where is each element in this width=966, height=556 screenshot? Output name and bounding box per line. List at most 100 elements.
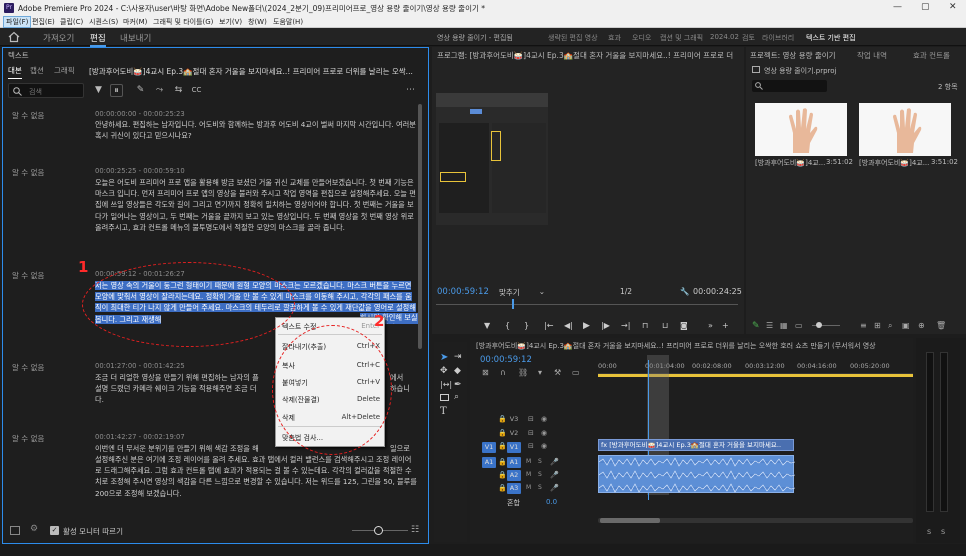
speaker-label[interactable]: 알 수 없음 <box>12 433 44 444</box>
source-v1-target[interactable]: V1 <box>482 442 496 453</box>
linked-icon[interactable]: ⛓ <box>518 368 528 377</box>
go-to-out-icon[interactable]: →| <box>621 321 630 330</box>
add-button-icon[interactable]: + <box>722 321 729 330</box>
track-v3-label[interactable]: V3 <box>507 414 521 425</box>
ws-tab-review[interactable]: 검토 <box>742 33 755 43</box>
program-scrubber[interactable] <box>436 304 738 305</box>
go-to-in-icon[interactable]: |← <box>544 321 553 330</box>
segment-text[interactable]: 이번엔 더 무서운 분위기를 만들기 위해 색감 조정을 해 <box>95 443 275 454</box>
menu-sequence[interactable]: 시퀀스(S) <box>89 17 118 27</box>
track-select-icon[interactable]: ⇥ <box>454 352 462 362</box>
ws-tab-library[interactable]: 라이브러리 <box>762 33 794 43</box>
ws-tab-text-edit[interactable]: 텍스트 기반 편집 <box>806 33 856 43</box>
eye-icon[interactable]: ◉ <box>541 415 547 423</box>
resolution-dropdown[interactable]: 1/2 <box>620 287 632 296</box>
slip-icon[interactable]: |↔| <box>440 380 452 389</box>
sync-lock-icon[interactable]: ⊟ <box>528 429 534 437</box>
fit-dropdown[interactable]: 맞추기 ⌄ <box>499 287 545 298</box>
solo-icon[interactable]: S <box>538 471 542 478</box>
track-v1-label[interactable]: V1 <box>507 442 521 453</box>
lock-icon[interactable]: 🔒 <box>498 458 507 466</box>
segment-text[interactable]: 에서 <box>390 372 420 383</box>
selection-tool-icon[interactable]: ➤ <box>440 352 448 363</box>
menu-edit[interactable]: 편집(E) <box>32 17 55 27</box>
lock-icon[interactable]: 🔒 <box>498 471 507 479</box>
step-back-icon[interactable]: ◀| <box>564 321 573 330</box>
track-a1-label[interactable]: A1 <box>507 457 521 468</box>
menu-view[interactable]: 보기(V) <box>219 17 242 27</box>
pause-icon[interactable]: ⏸ <box>110 84 123 97</box>
speaker-label[interactable]: 알 수 없음 <box>12 110 44 121</box>
tab-edit[interactable]: 편집 <box>90 32 106 47</box>
trash-icon[interactable]: 🗑 <box>936 321 946 330</box>
home-icon[interactable] <box>8 31 20 43</box>
step-forward-icon[interactable]: |▶ <box>601 321 610 330</box>
segment-text[interactable]: 설정해주신 분은 여기에 조정 레이어를 올려 주세요. 효과 탭에서 컬러 밸… <box>95 454 417 499</box>
nest-icon[interactable]: ⊠ <box>482 368 489 377</box>
mute-icon[interactable]: M <box>526 471 531 478</box>
project-panel-title[interactable]: 프로젝트: 영상 용량 줄이기 <box>750 50 836 61</box>
eye-icon[interactable]: ◉ <box>541 429 547 437</box>
new-item-icon[interactable]: ⊕ <box>918 321 925 330</box>
segment-text[interactable]: 조금 더 리얼한 영상을 만들기 위해 편집하는 남자의 플 <box>95 372 275 383</box>
sort-icon[interactable]: ≡ <box>860 321 867 330</box>
automate-icon[interactable]: ⊞ <box>874 321 881 330</box>
track-a2-label[interactable]: A2 <box>507 470 521 481</box>
audio-clip[interactable] <box>598 455 796 493</box>
timeline-timecode[interactable]: 00:00:59:12 <box>480 355 532 365</box>
add-marker-icon[interactable]: ▼ <box>484 321 490 330</box>
tab-captions[interactable]: 캡션 <box>30 65 44 76</box>
menu-file[interactable]: 파일(F) <box>3 16 32 28</box>
work-area-bar[interactable] <box>598 374 913 377</box>
tab-export[interactable]: 내보내기 <box>120 32 151 44</box>
maximize-icon[interactable]: ▢ <box>921 2 930 12</box>
tab-graphics[interactable]: 그래픽 <box>54 65 75 76</box>
mute-icon[interactable]: M <box>526 484 531 491</box>
pencil-icon[interactable]: ✎ <box>134 84 147 97</box>
zoom-slider-handle[interactable] <box>374 526 383 535</box>
ripple-icon[interactable]: ⤳ <box>153 84 166 97</box>
track-v2-label[interactable]: V2 <box>507 428 521 439</box>
extract-icon[interactable]: ⊔ <box>662 321 668 330</box>
speaker-label[interactable]: 알 수 없음 <box>12 167 44 178</box>
play-icon[interactable]: ▶ <box>583 321 590 331</box>
wrench-icon[interactable]: ⚒ <box>554 368 561 377</box>
freeform-icon[interactable]: ▭ <box>795 321 803 330</box>
speaker-label[interactable]: 알 수 없음 <box>12 270 44 281</box>
video-clip[interactable]: fx [방과후어도비🥁]4교시 Ep.3🏫절대 혼자 거울을 보지마세요.. <box>598 439 794 451</box>
mic-icon[interactable]: 🎤 <box>550 484 559 492</box>
menu-marker[interactable]: 마커(M) <box>123 17 147 27</box>
lift-icon[interactable]: ⊓ <box>642 321 648 330</box>
panel-icon[interactable] <box>10 526 20 535</box>
marker-icon[interactable]: ▾ <box>538 368 542 377</box>
menu-clip[interactable]: 클립(C) <box>60 17 83 27</box>
menu-graphics[interactable]: 그래픽 및 타이틀(G) <box>153 17 213 27</box>
mic-icon[interactable]: 🎤 <box>550 471 559 479</box>
hand-icon[interactable]: ⌕ <box>454 392 459 402</box>
snap-icon[interactable]: ∩ <box>500 368 506 377</box>
menu-window[interactable]: 창(W) <box>248 17 267 27</box>
follow-monitor-checkbox[interactable]: ✓ <box>50 526 59 535</box>
tab-transcript[interactable]: 대본 <box>8 65 22 79</box>
type-tool-icon[interactable]: T <box>440 406 447 417</box>
tab-effect-controls[interactable]: 효과 컨트롤 <box>913 50 950 61</box>
segment-text[interactable]: 일으로 <box>390 443 420 454</box>
mark-out-icon[interactable]: } <box>524 321 529 330</box>
more-icon[interactable]: ⋯ <box>404 84 417 97</box>
segment-text[interactable]: 오늘은 어도비 프리미어 프로 앱을 활용해 방금 보셨던 거울 귀신 교체를 … <box>95 177 417 233</box>
ws-tab-trimmed[interactable]: 생략된 편집 영상 <box>548 33 598 43</box>
track-a3-label[interactable]: A3 <box>507 483 521 494</box>
segment-text[interactable]: 안녕하세요. 편집하는 남자입니다. 어도비와 함께하는 방과후 어도비 4교이… <box>95 119 417 141</box>
razor-icon[interactable]: ◆ <box>454 366 461 376</box>
lock-icon[interactable]: 🔒 <box>498 429 507 437</box>
ws-tab-audio[interactable]: 오디오 <box>632 33 651 43</box>
rectangle-icon[interactable] <box>440 394 449 401</box>
minimize-icon[interactable]: — <box>893 2 902 12</box>
menu-help[interactable]: 도움말(H) <box>273 17 303 27</box>
solo-right-button[interactable]: S <box>941 528 945 536</box>
segment-text[interactable]: 하습니 <box>390 383 420 394</box>
filter-icon[interactable]: ▼ <box>92 84 105 97</box>
clip-thumbnail[interactable] <box>755 103 847 156</box>
list-view-icon[interactable]: ☰ <box>766 321 773 330</box>
search-field[interactable]: 검색 <box>8 83 84 98</box>
